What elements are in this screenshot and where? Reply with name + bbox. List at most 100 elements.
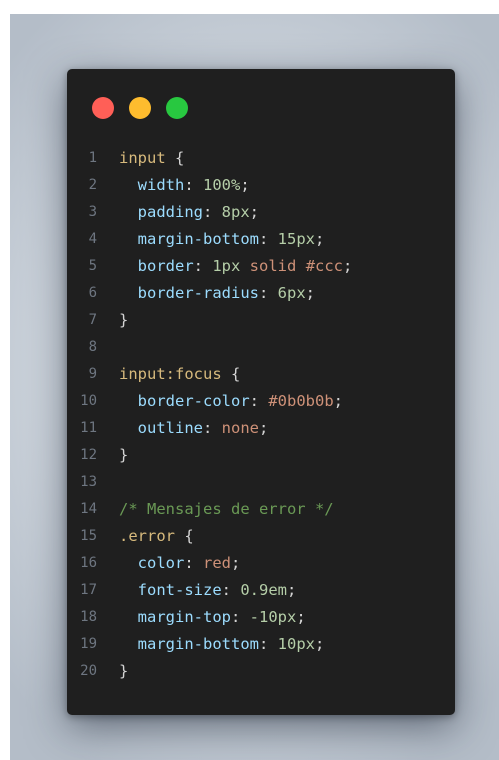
code-token: {: [221, 365, 241, 383]
code-line: 20}: [67, 658, 455, 685]
line-number: 18: [80, 609, 97, 625]
code-line: 13: [67, 469, 455, 496]
code-line-content: }: [119, 307, 128, 334]
code-token: 10px: [277, 635, 315, 653]
code-token: border-color: [119, 392, 250, 410]
code-token: none: [221, 419, 259, 437]
code-line: 15 .error {: [67, 523, 455, 550]
code-line-content: color: red;: [119, 550, 241, 577]
code-line: 7}: [67, 307, 455, 334]
code-line: 17 font-size: 0.9em;: [67, 577, 455, 604]
line-number: 12: [80, 447, 97, 463]
line-number: 14: [80, 501, 97, 517]
code-token: border: [119, 257, 194, 275]
code-token: ;: [333, 392, 343, 410]
code-token: :: [203, 419, 222, 437]
code-token: ;: [296, 608, 306, 626]
code-token: :: [184, 176, 203, 194]
line-number: 3: [88, 204, 97, 220]
code-line: 18 margin-top: -10px;: [67, 604, 455, 631]
code-line: 16 color: red;: [67, 550, 455, 577]
code-line-content: padding: 8px;: [119, 199, 259, 226]
code-token: 1px: [212, 257, 241, 275]
line-number: 11: [80, 420, 97, 436]
code-token: solid: [249, 257, 297, 275]
code-token: font-size: [119, 581, 222, 599]
code-line-content: }: [119, 442, 128, 469]
code-token: 8px: [221, 203, 250, 221]
code-line-content: outline: none;: [119, 415, 269, 442]
code-token: color: [119, 554, 185, 572]
code-token: ;: [305, 284, 315, 302]
code-line: 19 margin-bottom: 10px;: [67, 631, 455, 658]
code-line-content: font-size: 0.9em;: [119, 577, 297, 604]
code-token: :: [258, 635, 278, 653]
code-token: -10px: [249, 608, 297, 626]
code-token: }: [119, 311, 129, 329]
code-token: margin-bottom: [119, 230, 259, 248]
code-token: /* Mensajes de error */: [119, 500, 334, 518]
code-line: 4 margin-bottom: 15px;: [67, 226, 455, 253]
code-token: 15px: [277, 230, 315, 248]
line-number: 17: [80, 582, 97, 598]
code-line: 2 width: 100%;: [67, 172, 455, 199]
code-token: ;: [249, 203, 260, 221]
code-token: input:focus: [119, 365, 222, 383]
code-token: ;: [314, 635, 325, 653]
code-line: 5 border: 1px solid #ccc;: [67, 253, 455, 280]
code-token: #0b0b0b: [268, 392, 334, 410]
code-line-content: /* Mensajes de error */: [119, 496, 334, 523]
code-token: ;: [259, 419, 269, 437]
line-number: 13: [80, 474, 97, 490]
code-token: {: [165, 149, 185, 167]
code-token: {: [175, 527, 194, 545]
code-window: 1 input {2 width: 100%; 3 padding: 8px; 4 m…: [67, 69, 455, 715]
code-token: margin-top: [119, 608, 231, 626]
code-token: ;: [314, 230, 325, 248]
line-number: 8: [88, 339, 97, 355]
line-number: 15: [80, 528, 97, 544]
code-block: 1 input {2 width: 100%; 3 padding: 8px; 4 m…: [67, 145, 455, 685]
code-token: 100%: [203, 176, 241, 194]
code-token: }: [119, 662, 129, 680]
code-line-content: width: 100%;: [119, 172, 250, 199]
code-line-content: margin-bottom: 10px;: [119, 631, 325, 658]
minimize-dot-icon[interactable]: [129, 97, 151, 119]
window-controls: [92, 97, 188, 119]
code-line-content: margin-bottom: 15px;: [119, 226, 325, 253]
code-line: 6 border-radius: 6px;: [67, 280, 455, 307]
code-line-content: border-radius: 6px;: [119, 280, 315, 307]
code-line: 12}: [67, 442, 455, 469]
code-token: outline: [119, 419, 203, 437]
code-token: :: [258, 230, 278, 248]
code-token: ;: [231, 554, 241, 572]
line-number: 7: [88, 312, 97, 328]
code-line: 11 outline: none;: [67, 415, 455, 442]
close-dot-icon[interactable]: [92, 97, 114, 119]
code-line-content: input {: [119, 145, 184, 172]
code-token: width: [119, 176, 185, 194]
code-token: 6px: [277, 284, 306, 302]
code-line: 14 /* Mensajes de error */: [67, 496, 455, 523]
code-line: 9 input:focus {: [67, 361, 455, 388]
code-token: #ccc: [305, 257, 344, 275]
line-number: 6: [88, 285, 97, 301]
line-number: 1: [88, 150, 97, 166]
line-number: 2: [88, 177, 97, 193]
code-line: 3 padding: 8px;: [67, 199, 455, 226]
maximize-dot-icon[interactable]: [166, 97, 188, 119]
code-line-content: border-color: #0b0b0b;: [119, 388, 343, 415]
code-token: :: [249, 392, 269, 410]
code-token: :: [221, 581, 241, 599]
code-line: 1 input {: [67, 145, 455, 172]
code-token: red: [203, 554, 231, 572]
line-number: 5: [88, 258, 97, 274]
code-token: :: [258, 284, 278, 302]
code-line-content: border: 1px solid #ccc;: [119, 253, 353, 280]
code-token: :: [193, 257, 213, 275]
line-number: 16: [80, 555, 97, 571]
code-token: :: [184, 554, 203, 572]
code-token: :: [230, 608, 250, 626]
